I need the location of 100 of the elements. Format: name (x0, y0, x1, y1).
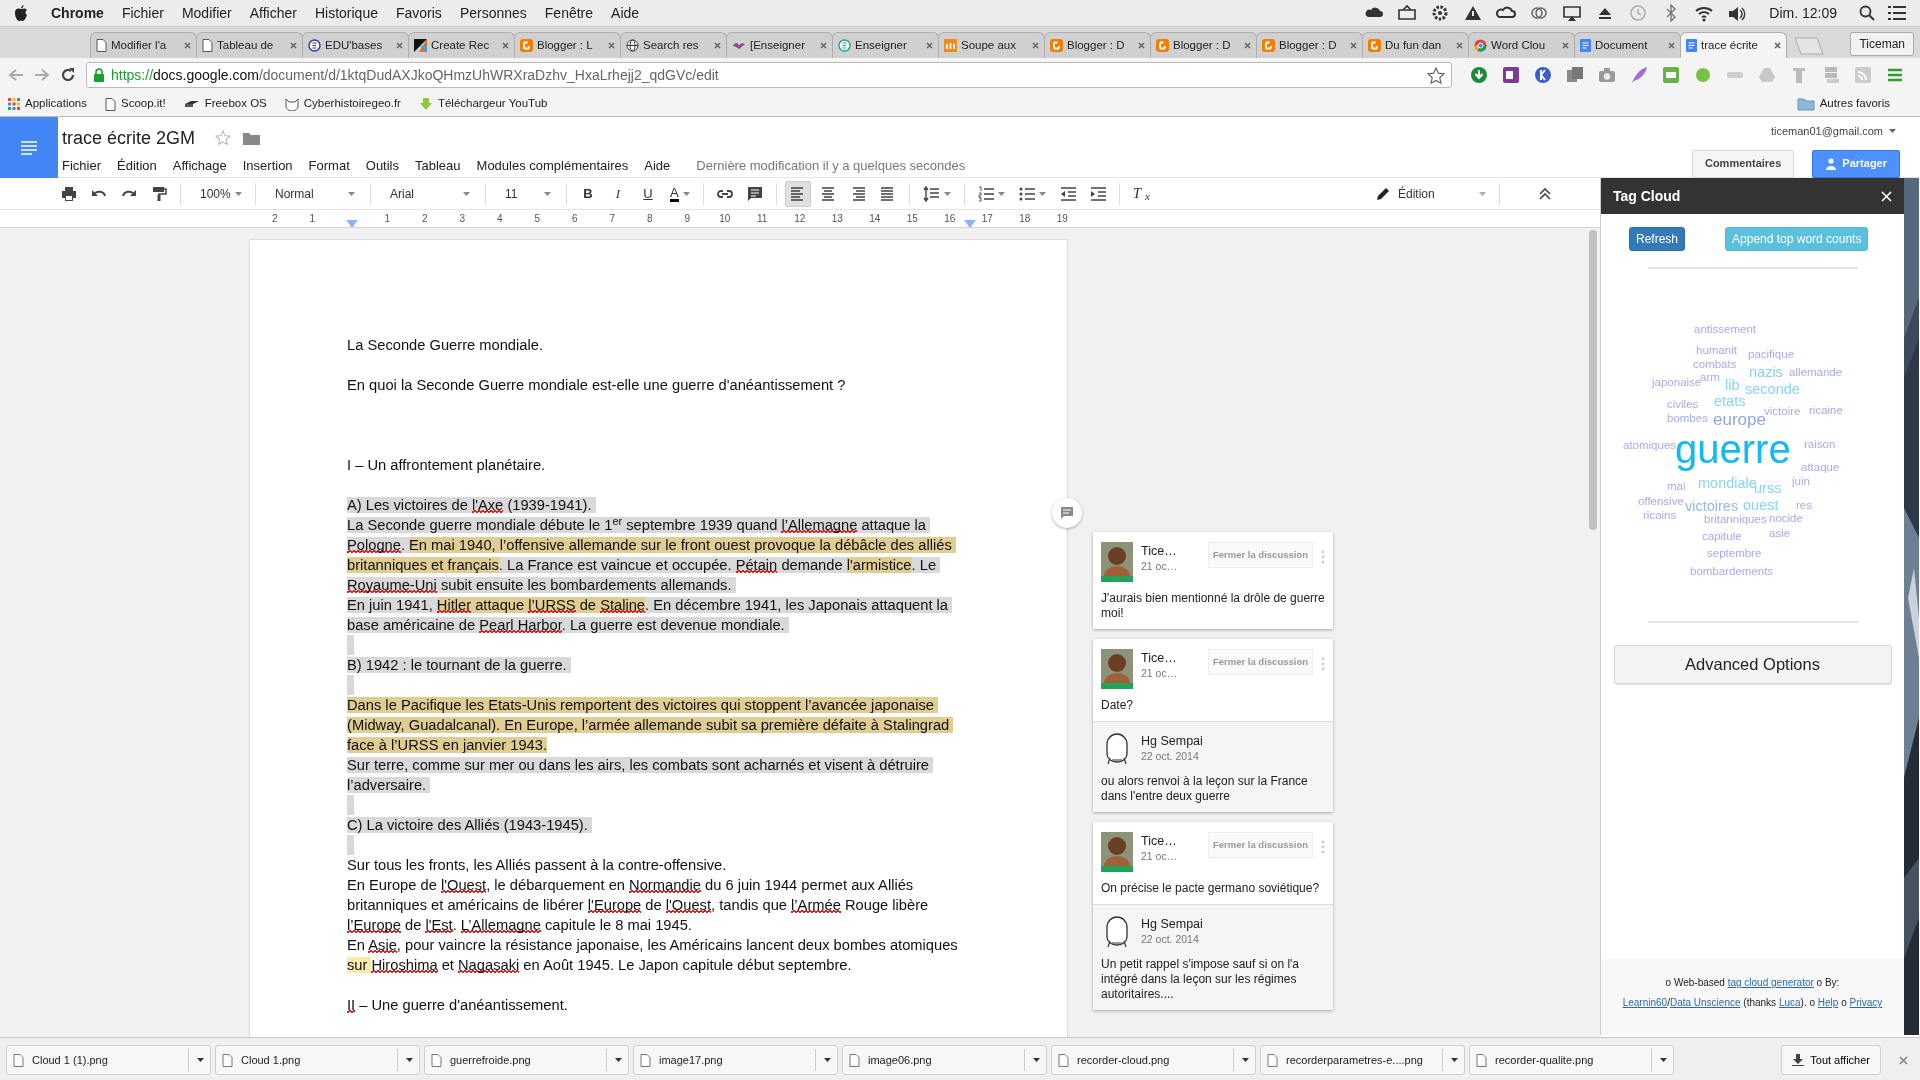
menu-item[interactable]: Favoris (386, 0, 451, 27)
menu-item[interactable]: Tableau (415, 156, 461, 176)
menu-icon[interactable] (1888, 6, 1906, 20)
folder-icon[interactable] (243, 131, 261, 145)
reload-icon[interactable] (60, 67, 76, 83)
star-icon[interactable] (215, 130, 232, 146)
menu-item[interactable]: Outils (365, 156, 399, 176)
account-email[interactable]: ticeman01@gmail.com (1770, 123, 1883, 140)
browser-tab[interactable]: Enseigner (832, 32, 939, 58)
menu-item[interactable]: Personnes (450, 0, 536, 27)
browser-tab[interactable]: Document (1574, 32, 1681, 58)
download-item[interactable]: Cloud 1.png (215, 1045, 420, 1075)
screen-icon[interactable] (1562, 4, 1583, 22)
rings-icon[interactable] (1529, 4, 1550, 22)
menu-item[interactable]: Modules complémentaires (476, 156, 629, 176)
refresh-button[interactable]: Refresh (1629, 227, 1686, 251)
download-item[interactable]: guerrefroide.png (424, 1045, 629, 1075)
menu-item[interactable]: Insertion (242, 156, 293, 176)
mode-dropdown[interactable]: Édition (1371, 180, 1491, 207)
last-edit-text[interactable]: Dernière modification il y a quelques secondes (696, 156, 966, 176)
app-menu[interactable]: Chrome (42, 0, 113, 27)
document-title[interactable]: trace écrite 2GM (62, 127, 196, 149)
zoom-dropdown[interactable]: 100% (189, 180, 247, 207)
dot-icon[interactable] (1694, 66, 1712, 84)
download-item[interactable]: recorder-qualite.png (1469, 1045, 1674, 1075)
menu-item[interactable]: Fichier (62, 156, 101, 176)
browser-tab[interactable]: Search res (620, 32, 727, 58)
browser-tab[interactable]: [Enseigner (726, 32, 833, 58)
clear-format-button[interactable]: T$_{x}$ (1127, 180, 1155, 207)
download-item[interactable]: Cloud 1 (1).png (6, 1045, 211, 1075)
font-dropdown[interactable]: Arial (379, 180, 477, 207)
browser-tab[interactable]: EDU'bases (302, 32, 409, 58)
footer-link[interactable]: Privacy (1849, 997, 1883, 1008)
browser-tab[interactable]: Create Rec (408, 32, 515, 58)
browser-tab[interactable]: Blogger : L (514, 32, 621, 58)
menu-item[interactable]: Édition (117, 156, 157, 176)
star-icon[interactable] (1427, 66, 1445, 84)
menu-item[interactable]: Aide (602, 0, 649, 27)
footer-link[interactable]: Help (1817, 997, 1839, 1008)
scrollbar[interactable] (1589, 230, 1597, 530)
browser-tab[interactable]: Blogger : D (1044, 32, 1151, 58)
browser-tab[interactable]: Word Clou (1468, 32, 1575, 58)
format-button[interactable]: A (665, 180, 695, 207)
align-button[interactable] (784, 180, 811, 207)
browser-tab[interactable]: trace écrite (1680, 32, 1787, 58)
stack-icon[interactable] (1566, 66, 1584, 84)
search-icon[interactable] (1859, 5, 1875, 21)
clock-icon[interactable] (1628, 4, 1649, 22)
tray-icon[interactable] (1397, 4, 1418, 22)
format-button[interactable]: U (635, 180, 661, 207)
menu-item[interactable]: Aide (644, 156, 671, 176)
clock-text[interactable]: Dim. 12:09 (1760, 0, 1846, 27)
circle-icon[interactable] (1534, 66, 1552, 84)
menu-item[interactable]: Fenêtre (535, 0, 603, 27)
footer-link[interactable]: Data Unscience (1669, 997, 1741, 1008)
download-item[interactable]: recorderparametres-e....png (1260, 1045, 1465, 1075)
browser-tab[interactable]: Soupe aux (938, 32, 1045, 58)
download-item[interactable]: image17.png (633, 1045, 838, 1075)
menu-item[interactable]: Format (308, 156, 350, 176)
notebook-icon[interactable] (1502, 66, 1520, 84)
bookmark[interactable]: Applications (8, 95, 87, 113)
browser-tab[interactable]: Tableau de (196, 32, 303, 58)
camera-icon[interactable] (1598, 66, 1616, 84)
format-button[interactable]: B (575, 180, 601, 207)
feather-icon[interactable] (1630, 66, 1648, 84)
browser-tab[interactable]: Blogger : D (1256, 32, 1363, 58)
wifi-icon[interactable] (1694, 4, 1715, 22)
browser-tab[interactable]: Blogger : D (1150, 32, 1257, 58)
footer-link[interactable]: tag cloud generator (1727, 977, 1814, 988)
bookmark[interactable]: Freebox OS (183, 95, 267, 113)
comments-button[interactable]: Commentaires (1691, 149, 1795, 178)
back-icon[interactable] (8, 68, 24, 82)
volume-icon[interactable] (1727, 4, 1748, 22)
add-comment-button[interactable] (1052, 498, 1082, 528)
menu-item[interactable]: Historique (305, 0, 387, 27)
download-item[interactable]: recorder-cloud.png (1051, 1045, 1256, 1075)
menu-item[interactable]: Modifier (172, 0, 241, 27)
forward-icon[interactable] (34, 68, 50, 82)
bookmark-folder[interactable]: Autres favoris (1796, 95, 1890, 113)
browser-tab[interactable]: Du fun dan (1362, 32, 1469, 58)
profile-button[interactable]: Ticeman (1850, 32, 1914, 56)
style-dropdown[interactable]: Normal (264, 180, 362, 207)
menu-item[interactable]: Affichage (172, 156, 227, 176)
warning-icon[interactable] (1463, 4, 1484, 22)
bookmark[interactable]: Scoop.it! (105, 95, 166, 113)
footer-link[interactable]: Luca (1778, 997, 1801, 1008)
download-item[interactable]: image06.png (842, 1045, 1047, 1075)
bookmark[interactable]: Cyberhistoiregeo.fr (284, 95, 401, 113)
show-all-button[interactable]: Tout afficher (1781, 1045, 1881, 1075)
download-icon[interactable] (1470, 66, 1488, 84)
menu-item[interactable]: Fichier (112, 0, 173, 27)
apple-icon[interactable] (14, 5, 28, 21)
format-button[interactable]: I (605, 180, 631, 207)
menu-item[interactable]: Afficher (240, 0, 306, 27)
address-field[interactable]: https://docs.google.com/document/d/1ktqDudAXJkoQHmzUhWRXraDzhv_HxaLrhejj2_qdGVc/edit (86, 62, 1452, 88)
printer-icon[interactable] (1662, 66, 1680, 84)
advanced-options-button[interactable]: Advanced Options (1613, 645, 1892, 684)
footer-link[interactable]: Learnin60 (1622, 997, 1668, 1008)
browser-tab[interactable]: Modifier l'a (90, 32, 197, 58)
font-size-dropdown[interactable]: 11 (494, 180, 558, 207)
